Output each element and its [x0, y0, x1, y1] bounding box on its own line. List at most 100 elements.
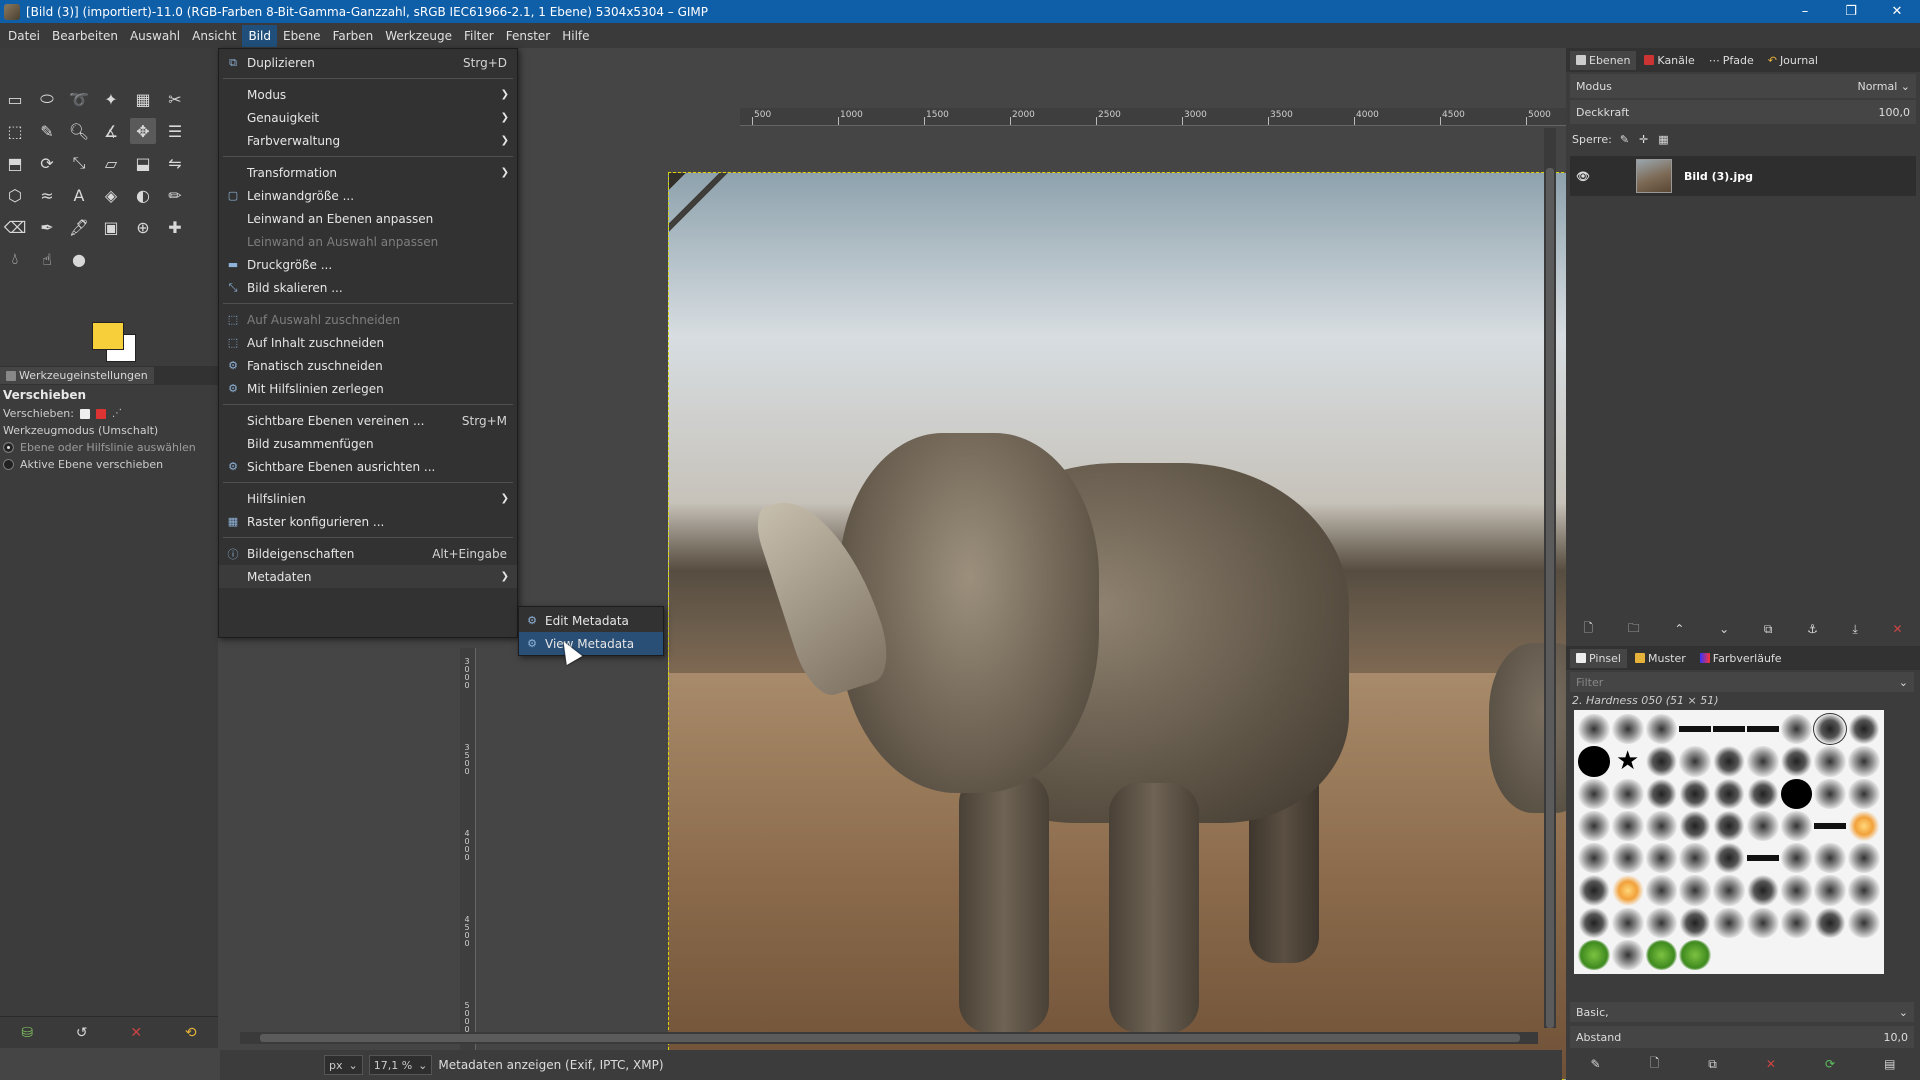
- text-icon[interactable]: A: [66, 182, 92, 208]
- brush-filter-input[interactable]: Filter ⌄: [1570, 672, 1914, 692]
- save-preset-icon[interactable]: ⛁: [21, 1025, 33, 1041]
- lasso-icon[interactable]: ➰: [66, 86, 92, 112]
- brush-item[interactable]: [1578, 939, 1610, 970]
- flip-icon[interactable]: ⇋: [162, 150, 188, 176]
- menu-item-8[interactable]: ▬ Druckgröße ...: [219, 253, 517, 276]
- brush-item[interactable]: [1848, 907, 1880, 938]
- menu-item-3[interactable]: Farbverwaltung ❯: [219, 129, 517, 152]
- new-layer-icon[interactable]: 🗋︎: [1583, 619, 1593, 640]
- rotate-icon[interactable]: ⟳: [34, 150, 60, 176]
- brush-item[interactable]: [1780, 746, 1813, 777]
- new-brush-icon[interactable]: 🗋︎: [1650, 1054, 1660, 1075]
- brush-item[interactable]: [1814, 843, 1847, 874]
- refresh-brushes-icon[interactable]: ⟳: [1825, 1057, 1835, 1071]
- fuzzy-select-icon[interactable]: ✦: [98, 86, 124, 112]
- clone-icon[interactable]: ⊕: [130, 214, 156, 240]
- menu-datei[interactable]: Datei: [2, 25, 46, 47]
- restore-preset-icon[interactable]: ↺: [76, 1025, 88, 1041]
- menu-bild[interactable]: Bild: [242, 24, 277, 47]
- brush-item[interactable]: [1780, 810, 1813, 841]
- brush-item[interactable]: [1780, 907, 1813, 938]
- raise-layer-icon[interactable]: ⌃: [1674, 622, 1684, 636]
- close-button[interactable]: ✕: [1874, 0, 1920, 23]
- gradient-icon[interactable]: ◐: [130, 182, 156, 208]
- spacing-value[interactable]: 10,0: [1884, 1031, 1909, 1044]
- lock-position-icon[interactable]: ✛: [1639, 133, 1648, 146]
- ink-icon[interactable]: 🖋︎: [66, 214, 92, 240]
- rect-select-icon[interactable]: ▭: [2, 86, 28, 112]
- tab-tool-options[interactable]: Werkzeugeinstellungen: [0, 367, 154, 384]
- menu-item-13[interactable]: ⚙ Mit Hilfslinien zerlegen: [219, 377, 517, 400]
- foreground-color-swatch[interactable]: [92, 322, 124, 350]
- delete-preset-icon[interactable]: ✕: [130, 1025, 142, 1041]
- tab-brushes[interactable]: Pinsel: [1570, 648, 1627, 668]
- brush-item[interactable]: [1679, 778, 1712, 809]
- menu-view-metadata[interactable]: ⚙ View Metadata: [519, 632, 663, 655]
- foreground-select-icon[interactable]: ⬚: [2, 118, 28, 144]
- brush-item[interactable]: [1645, 746, 1678, 777]
- brush-item[interactable]: [1679, 843, 1712, 874]
- brush-item[interactable]: [1679, 875, 1712, 906]
- menu-farben[interactable]: Farben: [327, 25, 380, 47]
- merge-layer-icon[interactable]: ⤓: [1853, 622, 1858, 637]
- brush-item-selected[interactable]: [1814, 714, 1847, 745]
- menu-filter[interactable]: Filter: [458, 25, 500, 47]
- lower-layer-icon[interactable]: ⌄: [1719, 622, 1729, 636]
- color-select-icon[interactable]: ▦: [130, 86, 156, 112]
- brush-item[interactable]: [1814, 810, 1847, 841]
- brush-item[interactable]: [1578, 875, 1610, 906]
- transform-icon[interactable]: ⬒: [2, 150, 28, 176]
- brush-item[interactable]: [1645, 778, 1678, 809]
- paths-icon[interactable]: ✎: [34, 118, 60, 144]
- layer-mode-row[interactable]: Modus Normal ⌄: [1570, 74, 1916, 98]
- duplicate-layer-icon[interactable]: ⧉: [1764, 622, 1773, 637]
- vertical-ruler[interactable]: 3000 3500 4000 4500 5000: [460, 648, 476, 1068]
- menu-auswahl[interactable]: Auswahl: [124, 25, 186, 47]
- zoom-combo[interactable]: 17,1 % ⌄: [368, 1055, 433, 1075]
- brush-item[interactable]: [1645, 875, 1678, 906]
- brush-item[interactable]: [1713, 714, 1745, 745]
- tab-patterns[interactable]: Muster: [1629, 649, 1692, 668]
- menu-ansicht[interactable]: Ansicht: [186, 25, 242, 47]
- menu-edit-metadata[interactable]: ⚙ Edit Metadata: [519, 609, 663, 632]
- tab-channels[interactable]: Kanäle: [1638, 51, 1700, 70]
- menu-item-17[interactable]: Hilfslinien ❯: [219, 487, 517, 510]
- opacity-row[interactable]: Deckkraft 100,0: [1570, 100, 1916, 124]
- lock-pixels-icon[interactable]: ✎: [1620, 133, 1629, 146]
- brush-item[interactable]: [1578, 907, 1610, 938]
- brush-item[interactable]: [1713, 843, 1745, 874]
- eraser-icon[interactable]: ⌫: [2, 214, 28, 240]
- unit-combo[interactable]: px ⌄: [324, 1055, 363, 1075]
- menu-item-19[interactable]: ⓘ Bildeigenschaften Alt+Eingabe: [219, 542, 517, 565]
- cage-transform-icon[interactable]: ⬡: [2, 182, 28, 208]
- brush-item[interactable]: [1848, 843, 1880, 874]
- horizontal-scrollbar[interactable]: [240, 1032, 1538, 1044]
- tab-journal[interactable]: ↶ Journal: [1762, 51, 1824, 70]
- tab-layers[interactable]: Ebenen: [1570, 50, 1637, 70]
- align-icon[interactable]: ☰: [162, 118, 188, 144]
- move-icon[interactable]: ✥: [130, 118, 156, 144]
- delete-brush-icon[interactable]: ✕: [1766, 1057, 1776, 1071]
- move-selection-icon[interactable]: [95, 408, 106, 419]
- menu-item-9[interactable]: ⤡ Bild skalieren ...: [219, 276, 517, 299]
- brush-item[interactable]: [1611, 843, 1644, 874]
- radio-pick-layer-row[interactable]: Ebene oder Hilfslinie auswählen: [0, 439, 218, 456]
- move-path-icon[interactable]: ⋰: [112, 408, 122, 419]
- menu-item-6[interactable]: Leinwand an Ebenen anpassen: [219, 207, 517, 230]
- scissors-select-icon[interactable]: ✂: [162, 86, 188, 112]
- warp-icon[interactable]: ≈: [34, 182, 60, 208]
- spacing-row[interactable]: Abstand 10,0: [1570, 1026, 1914, 1048]
- radio-pick-layer[interactable]: [3, 442, 14, 453]
- brush-item[interactable]: [1746, 875, 1779, 906]
- menu-item-20[interactable]: Metadaten ❯: [219, 565, 517, 588]
- tab-paths[interactable]: ⋯ Pfade: [1703, 51, 1760, 70]
- layer-name[interactable]: Bild (3).jpg: [1684, 170, 1753, 183]
- brush-item[interactable]: [1814, 907, 1847, 938]
- brush-item[interactable]: [1645, 843, 1678, 874]
- brush-item[interactable]: [1780, 875, 1813, 906]
- tab-gradients[interactable]: Farbverläufe: [1694, 649, 1788, 668]
- fg-bg-colors[interactable]: [88, 320, 148, 364]
- brush-item[interactable]: [1780, 778, 1813, 809]
- move-layer-icon[interactable]: [79, 408, 90, 419]
- brush-item[interactable]: [1746, 843, 1779, 874]
